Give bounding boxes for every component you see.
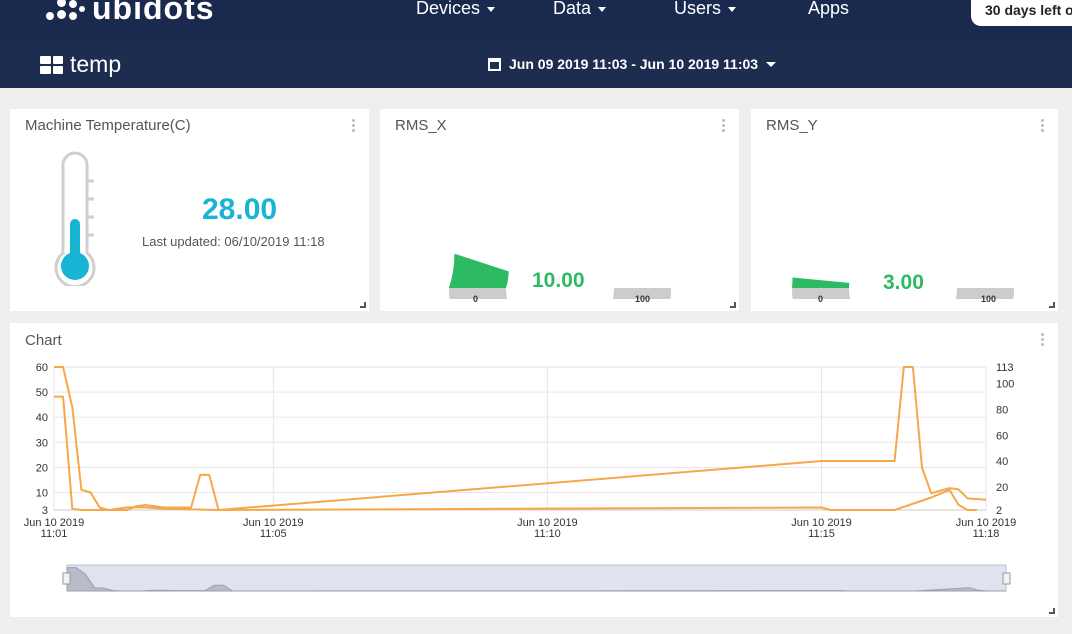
logo-dots-icon bbox=[44, 0, 88, 24]
x-tick-label: 11:15 bbox=[808, 528, 835, 540]
y-left-tick-label: 20 bbox=[36, 462, 48, 474]
y-left-tick-label: 40 bbox=[36, 412, 48, 424]
navigator-right-handle bbox=[1002, 572, 1011, 585]
caret-down-icon bbox=[598, 7, 607, 12]
resize-handle-icon[interactable] bbox=[730, 302, 736, 308]
resize-handle-icon[interactable] bbox=[360, 302, 366, 308]
widget-menu-icon[interactable] bbox=[722, 119, 725, 132]
widget-title: RMS_X bbox=[395, 117, 447, 134]
ubidots-logo[interactable]: ubidots bbox=[44, 0, 215, 27]
gauge-min-label: 0 bbox=[473, 294, 479, 304]
nav-users[interactable]: Users bbox=[674, 0, 737, 19]
nav-data-label: Data bbox=[553, 0, 592, 18]
x-tick-label: 11:05 bbox=[260, 528, 287, 540]
temperature-value: 28.00 bbox=[202, 193, 278, 226]
y-right-tick-label: 100 bbox=[996, 379, 1014, 391]
dashboard-header: temp Jun 09 2019 11:03 - Jun 10 2019 11:… bbox=[0, 40, 1072, 88]
resize-handle-icon[interactable] bbox=[1049, 608, 1055, 614]
nav-data[interactable]: Data bbox=[553, 0, 607, 19]
caret-down-icon bbox=[728, 7, 737, 12]
caret-down-icon bbox=[766, 61, 777, 67]
gauge-min-label: 0 bbox=[818, 294, 824, 304]
gauge-fill bbox=[449, 253, 509, 288]
top-navbar: ubidots Devices Data Users Apps 30 days … bbox=[0, 0, 1072, 40]
gauge-max-label: 100 bbox=[981, 294, 997, 304]
y-right-tick-label: 2 bbox=[996, 505, 1002, 517]
logo-text: ubidots bbox=[92, 0, 215, 26]
calendar-icon bbox=[488, 57, 501, 71]
y-right-tick-label: 40 bbox=[996, 456, 1008, 468]
nav-apps[interactable]: Apps bbox=[808, 0, 849, 19]
gauge-value: 3.00 bbox=[883, 271, 924, 294]
y-left-tick-label: 10 bbox=[36, 487, 48, 499]
rms-y-widget: RMS_Y 3.00 0 100 bbox=[751, 109, 1058, 311]
dashboard-grid-icon[interactable] bbox=[40, 56, 63, 74]
resize-handle-icon[interactable] bbox=[1049, 302, 1055, 308]
y-left-tick-label: 3 bbox=[42, 505, 48, 517]
y-left-tick-label: 50 bbox=[36, 387, 48, 399]
date-range-picker[interactable]: Jun 09 2019 11:03 - Jun 10 2019 11:03 bbox=[488, 56, 777, 72]
x-tick-label: 11:18 bbox=[973, 528, 1000, 540]
widget-title: RMS_Y bbox=[766, 117, 818, 134]
rms-x-widget: RMS_X 10.00 0 100 bbox=[380, 109, 739, 311]
navigator-window bbox=[66, 564, 1007, 592]
y-right-tick-label: 113 bbox=[996, 362, 1014, 374]
date-range-label: Jun 09 2019 11:03 - Jun 10 2019 11:03 bbox=[509, 56, 759, 72]
x-tick-label: 11:10 bbox=[534, 528, 561, 540]
y-right-tick-label: 20 bbox=[996, 482, 1008, 494]
caret-down-icon bbox=[487, 7, 496, 12]
y-left-tick-label: 60 bbox=[36, 362, 48, 374]
y-right-tick-label: 80 bbox=[996, 405, 1008, 417]
chart-widget: Chart 60 50 40 30 20 10 3 113 100 80 60 40 20 2 Jun 10… bbox=[10, 323, 1058, 617]
y-left-tick-label: 30 bbox=[36, 437, 48, 449]
nav-users-label: Users bbox=[674, 0, 722, 18]
trial-badge[interactable]: 30 days left o bbox=[971, 0, 1072, 26]
series-line-1 bbox=[54, 366, 977, 511]
gauge-max-label: 100 bbox=[635, 294, 651, 304]
nav-devices[interactable]: Devices bbox=[416, 0, 496, 19]
x-tick-label: 11:01 bbox=[41, 528, 68, 540]
widget-menu-icon[interactable] bbox=[352, 119, 355, 132]
nav-devices-label: Devices bbox=[416, 0, 481, 18]
widget-title: Machine Temperature(C) bbox=[25, 117, 191, 134]
temperature-widget: Machine Temperature(C) 28.00 Last update… bbox=[10, 109, 369, 311]
last-updated-text: Last updated: 06/10/2019 11:18 bbox=[142, 234, 325, 249]
line-chart[interactable]: 6050403020103113100806040202Jun 10 20191… bbox=[10, 323, 1058, 617]
y-right-tick-label: 60 bbox=[996, 430, 1008, 442]
navigator-left-handle bbox=[62, 572, 71, 585]
gauge-fill bbox=[792, 277, 850, 288]
series-line-2 bbox=[54, 366, 987, 511]
thermometer-icon bbox=[54, 151, 96, 286]
dashboard-title[interactable]: temp bbox=[70, 51, 121, 78]
nav-apps-label: Apps bbox=[808, 0, 850, 18]
widget-menu-icon[interactable] bbox=[1041, 119, 1044, 132]
gauge-value: 10.00 bbox=[532, 269, 585, 292]
